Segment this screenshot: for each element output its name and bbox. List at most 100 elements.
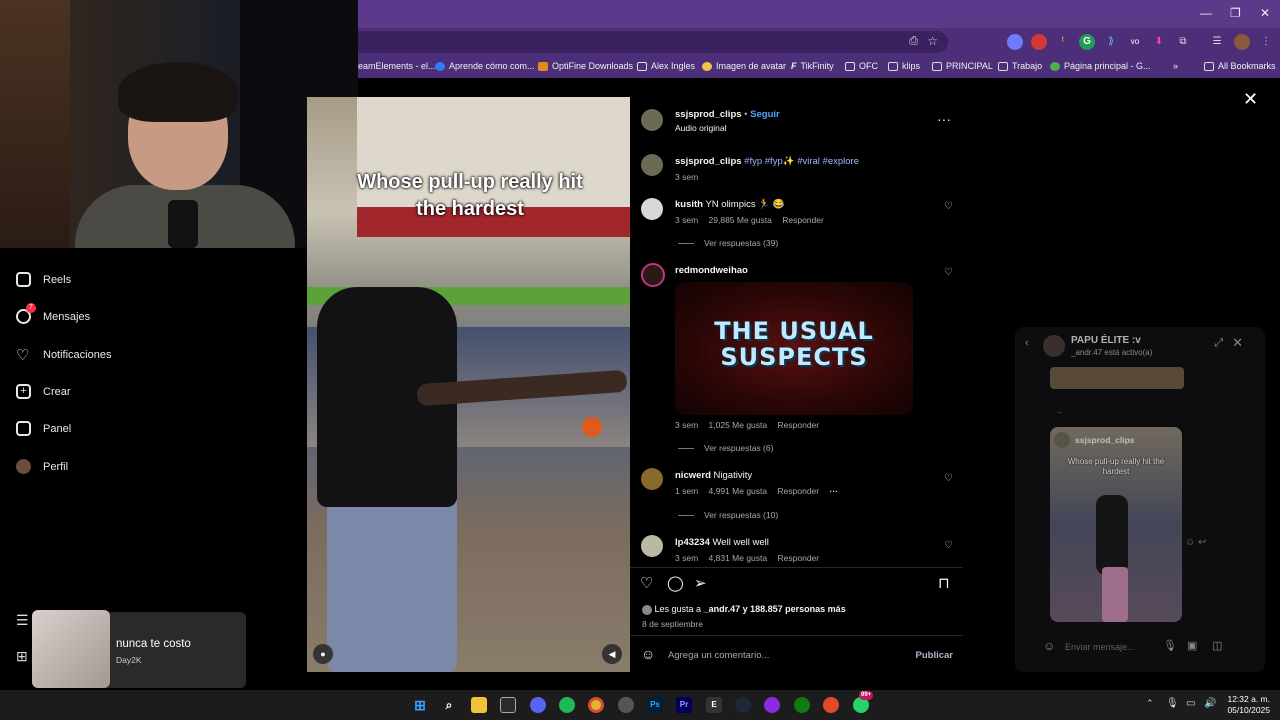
sticker-icon[interactable]: ◫: [1212, 639, 1222, 652]
bookmark-item[interactable]: Página principal - G...: [1050, 61, 1151, 71]
discord-icon[interactable]: [530, 697, 546, 713]
comment-options-icon[interactable]: ···: [829, 486, 838, 496]
reply-button[interactable]: Responder: [778, 553, 820, 563]
sidebar-item-reels[interactable]: Reels: [16, 272, 71, 287]
close-window-icon[interactable]: ✕: [1260, 6, 1270, 20]
author-username[interactable]: ssjsprod_clips: [675, 109, 742, 120]
sidebar-item-notificaciones[interactable]: ♡ Notificaciones: [16, 346, 111, 364]
comment-username[interactable]: nicwerd: [675, 470, 711, 481]
emoji-icon[interactable]: ☺: [641, 646, 655, 662]
bookmark-folder[interactable]: PRINCIPAL: [932, 61, 993, 71]
comment-avatar[interactable]: [641, 198, 663, 220]
comment-likes[interactable]: 29,885 Me gusta: [709, 215, 772, 225]
comment-likes[interactable]: 1,025 Me gusta: [709, 420, 768, 430]
bookmark-item[interactable]: eamElements - el...: [358, 61, 436, 71]
file-explorer-icon[interactable]: [471, 697, 487, 713]
all-bookmarks[interactable]: All Bookmarks: [1204, 61, 1276, 71]
bookmarks-overflow[interactable]: »: [1173, 61, 1178, 71]
extension-icon-2[interactable]: [1031, 34, 1047, 50]
extension-icon-5[interactable]: ⟫: [1103, 34, 1119, 50]
extensions-puzzle-icon[interactable]: ⧉: [1175, 34, 1191, 50]
view-replies-button[interactable]: Ver respuestas (10): [678, 510, 778, 520]
comment-icon[interactable]: ◯: [667, 574, 684, 592]
epic-games-icon[interactable]: E: [706, 697, 722, 713]
extension-icon-3[interactable]: ᵗ: [1055, 34, 1071, 50]
chevron-up-icon[interactable]: ⌃: [1146, 698, 1154, 709]
origin-icon[interactable]: [823, 697, 839, 713]
restore-icon[interactable]: ❐: [1230, 6, 1241, 20]
bookmark-star-icon[interactable]: ☆: [927, 34, 938, 48]
comment-like-icon[interactable]: ♡: [944, 473, 953, 484]
sidebar-item-perfil[interactable]: Perfil: [16, 459, 68, 474]
hashtags[interactable]: #fyp #fyp✨ #viral #explore: [744, 156, 859, 167]
bookmark-item[interactable]: Aprende cómo com...: [435, 61, 535, 71]
bookmark-folder[interactable]: Alex Ingles: [637, 61, 695, 71]
minimize-icon[interactable]: —: [1200, 6, 1212, 20]
react-icon[interactable]: ☺ ↩: [1185, 537, 1206, 548]
author-avatar[interactable]: [641, 109, 663, 131]
bookmark-folder[interactable]: OFC: [845, 61, 878, 71]
save-icon[interactable]: ⊓: [938, 574, 950, 592]
reply-button[interactable]: Responder: [782, 215, 824, 225]
microphone-tray-icon[interactable]: 🎙: [1166, 698, 1179, 709]
group-avatar[interactable]: [1043, 335, 1065, 357]
close-chat-icon[interactable]: ✕: [1232, 335, 1243, 351]
profile-avatar[interactable]: [1234, 34, 1250, 50]
comment-gif[interactable]: THE USUAL SUSPECTS: [675, 282, 913, 415]
grammarly-icon[interactable]: G: [1079, 34, 1095, 50]
chat-message-input[interactable]: Enviar mensaje...: [1065, 642, 1135, 652]
image-icon[interactable]: ▣: [1187, 639, 1197, 652]
more-options-icon[interactable]: ···: [937, 111, 951, 127]
sidebar-item-crear[interactable]: + Crear: [16, 384, 71, 399]
app-icon[interactable]: [764, 697, 780, 713]
bookmark-folder[interactable]: Trabajo: [998, 61, 1042, 71]
xbox-icon[interactable]: [794, 697, 810, 713]
chat-title[interactable]: PAPU ÉLITE :v: [1071, 335, 1141, 346]
whatsapp-icon[interactable]: 99+: [853, 691, 874, 713]
tab-search-icon[interactable]: ☰: [1209, 34, 1225, 50]
comment-like-icon[interactable]: ♡: [944, 201, 953, 212]
audio-label[interactable]: Audio original: [675, 123, 727, 133]
network-icon[interactable]: ▭: [1186, 698, 1195, 709]
system-clock[interactable]: 12:32 a. m. 05/10/2025: [1227, 694, 1270, 716]
windows-start-icon[interactable]: ⊞: [412, 697, 428, 713]
store-icon[interactable]: [500, 697, 516, 713]
expand-icon[interactable]: ⤢: [1214, 337, 1223, 350]
tagged-user-icon[interactable]: ●: [313, 644, 333, 664]
more-menu-icon[interactable]: ☰: [16, 612, 29, 629]
author-avatar[interactable]: [641, 154, 663, 176]
premiere-icon[interactable]: Pr: [676, 697, 692, 713]
likes-summary[interactable]: Les gusta a _andr.47 y 188.857 personas …: [642, 604, 846, 615]
comment-avatar[interactable]: [641, 263, 665, 287]
microphone-icon[interactable]: 🎙: [1163, 639, 1177, 652]
comment-avatar[interactable]: [641, 535, 663, 557]
shared-media-preview[interactable]: [1050, 367, 1184, 389]
share-icon[interactable]: ➢: [694, 574, 707, 592]
reply-button[interactable]: Responder: [778, 420, 820, 430]
close-modal-icon[interactable]: ✕: [1243, 89, 1258, 110]
comment-like-icon[interactable]: ♡: [944, 540, 953, 551]
emoji-icon[interactable]: ☺: [1043, 639, 1055, 653]
comment-like-icon[interactable]: ♡: [944, 267, 953, 278]
bookmark-item[interactable]: F TikFinity: [791, 61, 834, 71]
view-replies-button[interactable]: Ver respuestas (39): [678, 238, 778, 248]
bookmark-item[interactable]: OptiFine Downloads: [538, 61, 633, 71]
sidebar-item-mensajes[interactable]: 7 Mensajes: [16, 303, 90, 324]
threads-icon[interactable]: ⊞: [16, 648, 28, 665]
address-bar[interactable]: ⎙ ☆: [358, 31, 948, 53]
obs-icon[interactable]: [618, 697, 634, 713]
sidebar-item-panel[interactable]: Panel: [16, 421, 71, 436]
now-playing-toast[interactable]: nunca te costo Day2K: [32, 610, 246, 688]
follow-button[interactable]: Seguir: [750, 109, 780, 120]
search-icon[interactable]: ⌕: [441, 697, 457, 713]
comment-likes[interactable]: 4,831 Me gusta: [709, 553, 768, 563]
chevron-left-icon[interactable]: ‹: [1025, 337, 1029, 349]
chrome-menu-icon[interactable]: ⋮: [1258, 34, 1274, 50]
spotify-icon[interactable]: [559, 697, 575, 713]
extension-icon-1[interactable]: [1007, 34, 1023, 50]
volume-icon[interactable]: 🔊: [1204, 698, 1216, 709]
mute-icon[interactable]: ◀: [602, 644, 622, 664]
install-app-icon[interactable]: ⎙: [909, 35, 918, 48]
view-replies-button[interactable]: Ver respuestas (6): [678, 443, 773, 453]
bookmark-folder[interactable]: klips: [888, 61, 920, 71]
